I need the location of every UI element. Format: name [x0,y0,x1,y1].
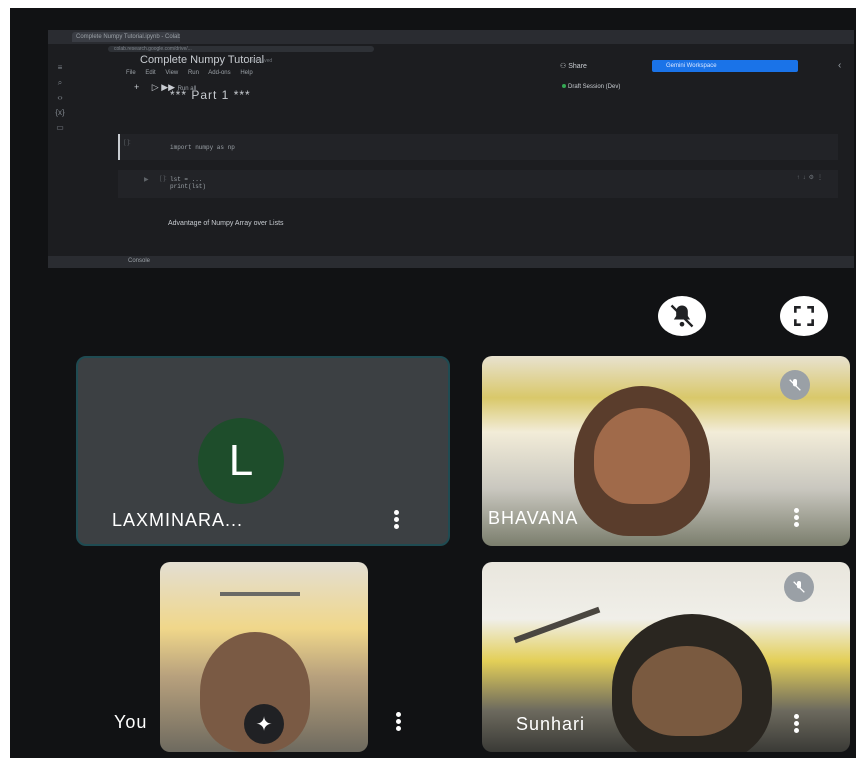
cell-toolbar-icons[interactable]: ↑↓⚙⋮ [797,174,826,181]
collapse-icon[interactable]: ‹ [838,60,841,71]
participant-face [632,646,742,736]
share-button[interactable]: ⚇ Share [560,62,587,70]
notebook-title[interactable]: Complete Numpy Tutorial [140,54,264,66]
shared-screen: Complete Numpy Tutorial.ipynb - Colabora… [48,30,854,268]
participant-name: Sunhari [516,714,586,734]
meet-window: Complete Numpy Tutorial.ipynb - Colabora… [10,8,856,758]
avatar: L [198,418,284,504]
browser-tab[interactable]: Complete Numpy Tutorial.ipynb - Colabora… [72,32,180,42]
fullscreen-button[interactable] [780,296,828,336]
participant-tile-bhavana[interactable]: BHAVANA [482,356,850,546]
save-status: Last saved [248,58,273,64]
status-dot-icon [562,84,566,88]
play-icon[interactable]: ▷ [152,82,159,92]
participant-tile-sunhari[interactable]: Sunhari [482,562,850,752]
menu-bar: File Edit View Run Add-ons Help [126,70,261,76]
cell-focus-bar [118,134,120,160]
markdown-cell: Advantage of Numpy Array over Lists [168,220,284,227]
cell-prompt: [ ]: [124,140,131,146]
folder-icon[interactable]: ▭ [50,120,70,135]
notifications-off-button[interactable] [658,296,706,336]
menu-run[interactable]: Run [188,70,199,76]
address-bar[interactable]: colab.research.google.com/drive/... [108,46,374,52]
more-options-icon[interactable] [794,506,800,529]
search-icon[interactable]: ⌕ [50,75,70,90]
browser-tabstrip: Complete Numpy Tutorial.ipynb - Colabora… [48,30,854,44]
code-cell[interactable]: ▶ [ ]: lst = ... print(lst) ↑↓⚙⋮ [118,170,838,198]
menu-view[interactable]: View [165,70,178,76]
menu-edit[interactable]: Edit [145,70,155,76]
more-options-icon[interactable] [396,710,402,733]
menu-help[interactable]: Help [240,70,252,76]
cell-prompt: [ ]: [160,176,167,182]
runtime-status: Draft Session (Dev) [562,84,620,90]
participant-face [594,408,690,504]
cell-code[interactable]: lst = ... print(lst) [170,176,206,190]
fullscreen-icon [794,306,814,326]
menu-addons[interactable]: Add-ons [208,70,230,76]
participant-tile-laxminara[interactable]: L LAXMINARA... [76,356,450,546]
gemini-button[interactable]: Gemini Workspace [652,60,798,72]
variables-icon[interactable]: {x} [50,105,70,120]
muted-mic-icon [780,370,810,400]
ceiling-fan [513,606,601,644]
bell-off-icon [670,304,694,328]
menu-file[interactable]: File [126,70,136,76]
sparkle-icon: ✦ [255,713,273,736]
people-icon: ⚇ [560,63,569,70]
code-cell[interactable]: [ ]: import numpy as np [118,134,838,160]
status-bar: Console [48,256,854,268]
more-options-icon[interactable] [394,508,400,531]
run-cell-icon[interactable]: ▶ [144,176,149,183]
self-name-label: You [114,712,148,732]
visual-effects-button[interactable]: ✦ [244,704,284,744]
ceiling-fan [220,592,300,596]
cell-code[interactable]: import numpy as np [170,144,235,151]
participant-name: BHAVANA [488,508,579,528]
console-label[interactable]: Console [128,258,150,264]
more-options-icon[interactable] [794,712,800,735]
menu-icon[interactable]: ≡ [50,60,70,75]
muted-mic-icon [784,572,814,602]
colab-side-toolbar: ≡ ⌕ ‹› {x} ▭ [50,60,70,135]
section-heading: *** Part 1 *** [170,88,251,102]
participant-name: LAXMINARA... [112,510,244,530]
code-icon[interactable]: ‹› [50,90,70,105]
add-cell-icon[interactable]: + [134,82,139,92]
participant-tile-you[interactable]: ✦ You [160,562,368,752]
